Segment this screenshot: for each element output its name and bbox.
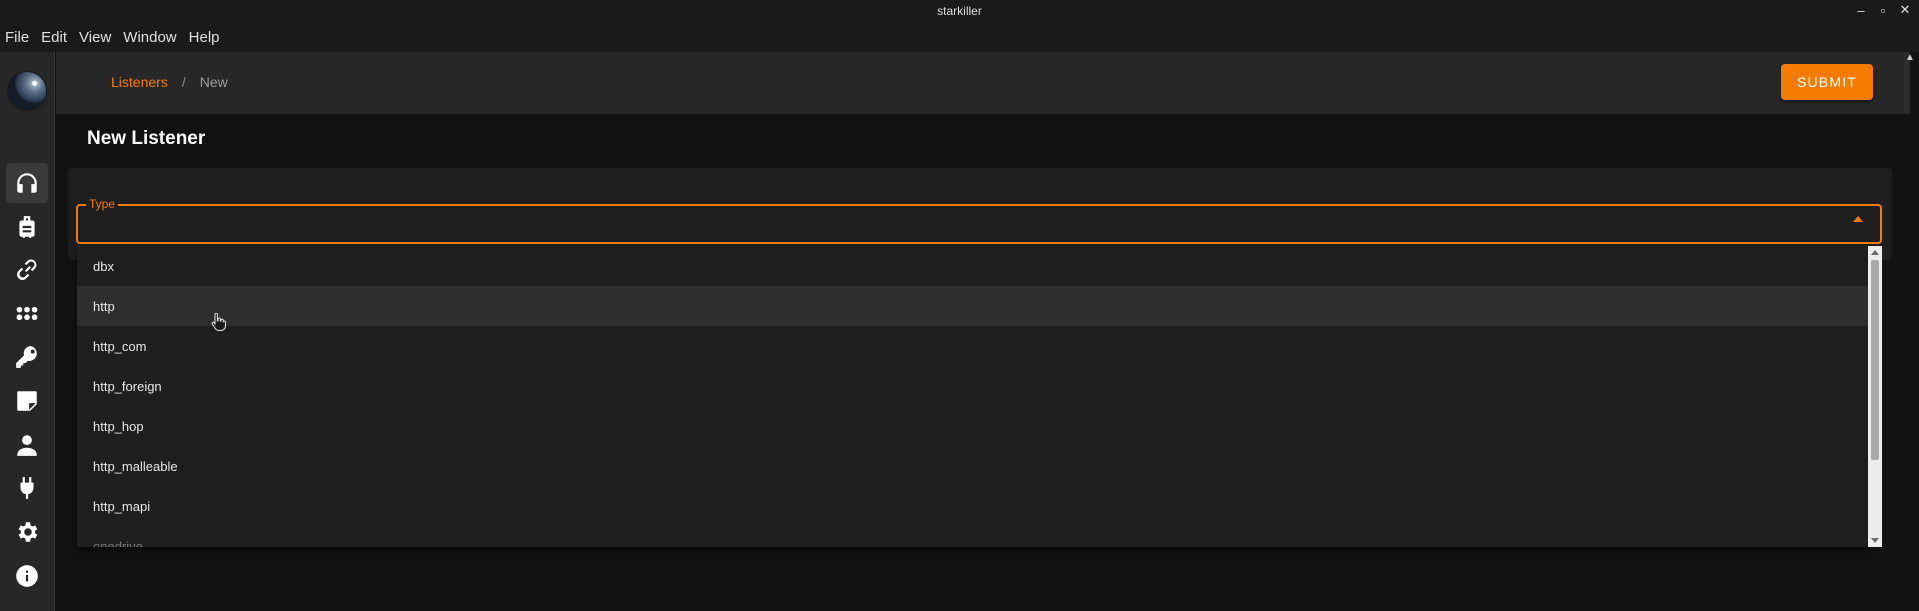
dropdown-option-http[interactable]: http xyxy=(77,286,1868,326)
dropdown-option-http-hop[interactable]: http_hop xyxy=(77,406,1868,446)
sidebar-nav xyxy=(0,52,55,611)
sidebar-item-about[interactable] xyxy=(6,556,48,596)
type-select[interactable] xyxy=(76,204,1882,244)
submit-button[interactable]: SUBMIT xyxy=(1781,64,1873,100)
gear-icon xyxy=(18,522,38,542)
close-icon[interactable]: ✕ xyxy=(1897,2,1913,18)
menubar: File Edit View Window Help xyxy=(0,22,1919,52)
sidebar-item-credentials[interactable] xyxy=(6,337,48,377)
person-icon xyxy=(17,435,37,456)
dropdown-option-http-com[interactable]: http_com xyxy=(77,326,1868,366)
sidebar-item-listeners[interactable] xyxy=(6,163,48,203)
sidebar-item-agents[interactable] xyxy=(6,250,48,290)
headphones-icon xyxy=(17,173,37,193)
note-icon xyxy=(17,391,37,411)
menu-window[interactable]: Window xyxy=(123,29,176,46)
sidebar-item-users[interactable] xyxy=(6,425,48,465)
dropdown-option-dbx[interactable]: dbx xyxy=(77,246,1868,286)
page-title: New Listener xyxy=(87,128,206,149)
menu-help[interactable]: Help xyxy=(189,29,220,46)
dropdown-scrollbar[interactable] xyxy=(1868,246,1882,547)
apps-icon xyxy=(16,306,38,321)
scroll-down-icon[interactable] xyxy=(1871,538,1879,543)
sidebar-item-plugins[interactable] xyxy=(6,468,48,508)
scrollbar-thumb[interactable] xyxy=(1871,260,1879,460)
breadcrumb-separator: / xyxy=(181,74,186,90)
caret-up-icon[interactable] xyxy=(1853,216,1863,222)
maximize-icon[interactable]: ▫ xyxy=(1875,2,1891,18)
breadcrumb-listeners-link[interactable]: Listeners xyxy=(111,74,168,90)
menu-edit[interactable]: Edit xyxy=(41,29,67,46)
window-controls: – ▫ ✕ xyxy=(1853,2,1913,18)
breadcrumb: Listeners / New xyxy=(111,74,228,90)
link-icon xyxy=(17,259,37,280)
window-titlebar: starkiller – ▫ ✕ xyxy=(0,0,1919,22)
dropdown-option-http-malleable[interactable]: http_malleable xyxy=(77,446,1868,486)
dropdown-option-http-mapi[interactable]: http_mapi xyxy=(77,486,1868,526)
info-icon xyxy=(16,565,38,587)
window-title: starkiller xyxy=(937,4,982,18)
type-select-label: Type xyxy=(86,197,119,211)
sidebar-item-modules[interactable] xyxy=(6,294,48,334)
key-icon xyxy=(16,346,37,368)
sidebar-item-stagers[interactable] xyxy=(6,207,48,247)
dropdown-option-onedrive[interactable]: onedrive xyxy=(77,526,1868,548)
type-dropdown-menu: dbx http http_com http_foreign http_hop … xyxy=(77,246,1868,547)
scroll-up-icon[interactable] xyxy=(1871,250,1879,255)
chevron-up-icon: ▲ xyxy=(1905,52,1915,63)
luggage-icon xyxy=(19,216,35,238)
sidebar-item-reporting[interactable] xyxy=(6,381,48,421)
menu-file[interactable]: File xyxy=(5,29,29,46)
dropdown-option-http-foreign[interactable]: http_foreign xyxy=(77,366,1868,406)
hand-cursor-icon xyxy=(211,313,226,331)
plug-icon xyxy=(20,477,34,499)
app-bar: Listeners / New xyxy=(56,52,1910,114)
app-logo[interactable] xyxy=(8,72,46,110)
breadcrumb-current: New xyxy=(199,74,228,90)
minimize-icon[interactable]: – xyxy=(1853,2,1869,18)
sidebar-item-settings[interactable] xyxy=(6,512,48,552)
menu-view[interactable]: View xyxy=(79,29,111,46)
